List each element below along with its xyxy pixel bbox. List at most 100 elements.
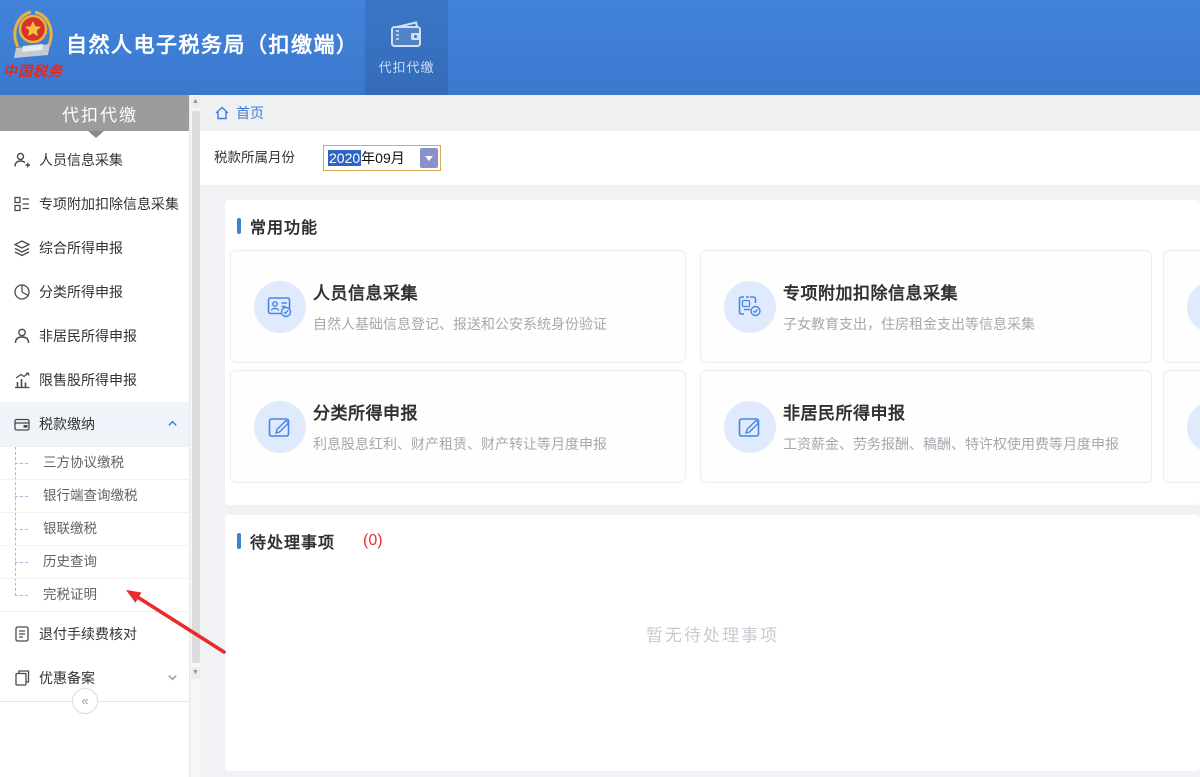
breadcrumb[interactable]: 首页 [200,95,1200,131]
month-dropdown-button[interactable] [420,148,438,168]
sidebar-scrollbar[interactable]: ▲ ▼ [189,95,200,777]
card-title: 人员信息采集 [313,279,675,304]
files-icon [13,669,31,687]
sidebar-item-label: 非居民所得申报 [39,326,137,346]
sidebar-item-label: 人员信息采集 [39,150,123,170]
card-personnel-info[interactable]: 人员信息采集 自然人基础信息登记、报送和公安系统身份验证 [230,250,686,363]
national-emblem-icon [3,6,63,60]
sidebar-item-nonresident-income[interactable]: 非居民所得申报 [0,314,189,358]
month-selected-text: 2020 [328,150,361,166]
card-classified-income[interactable]: 分类所得申报 利息股息红利、财产租赁、财产转让等月度申报 [230,370,686,483]
scrollbar-thumb[interactable] [192,111,200,663]
card-icon-circle [1187,281,1200,333]
header-tab-label: 代扣代缴 [378,57,434,76]
card-special-deduction[interactable]: 专项附加扣除信息采集 子女教育支出，住房租金支出等信息采集 [700,250,1152,363]
submenu-item-label: 银行端查询缴税 [43,488,138,503]
card-title: 专项附加扣除信息采集 [783,279,1141,304]
doc-check-icon [736,293,764,321]
tax-bureau-logo: 中国税务 [2,6,64,81]
sidebar-item-label: 限售股所得申报 [39,370,137,390]
sidebar-item-comprehensive-income[interactable]: 综合所得申报 [0,226,189,270]
tax-app-window: { "header": { "logo_caption": "中国税务", "t… [0,0,1200,777]
app-header: 中国税务 自然人电子税务局（扣缴端） 代扣代缴 [0,0,1200,95]
app-title: 自然人电子税务局（扣缴端） [66,0,359,95]
edit-icon [736,413,764,441]
todo-count-badge: (0) [363,532,383,550]
breadcrumb-home-label: 首页 [236,103,264,123]
main-content: 首页 税款所属月份 2020 年09月 常用功能 [200,95,1200,777]
list-grid-icon [13,195,31,213]
common-functions-panel: 常用功能 人员信息采集 自然人基础信息登记、报送和公安系统身份验证 [225,200,1200,505]
month-rest-text: 年09月 [361,148,405,168]
card-text: 分类所得申报 利息股息红利、财产租赁、财产转让等月度申报 [313,399,675,454]
card-description: 利息股息红利、财产租赁、财产转让等月度申报 [313,434,675,454]
document-lines-icon [13,625,31,643]
user-plus-icon [13,151,31,169]
sidebar-item-special-deduction[interactable]: 专项附加扣除信息采集 [0,182,189,226]
section-bar [237,533,241,549]
common-functions-header: 常用功能 [237,214,318,238]
sidebar-item-label: 优惠备案 [39,668,95,688]
sidebar-notch [88,131,104,138]
sidebar: 代扣代缴 人员信息采集 专项附加扣除信息采集 综合所得 [0,95,200,777]
sidebar-item-refund-fee-check[interactable]: 退付手续费核对 [0,612,189,656]
sidebar-item-restricted-shares[interactable]: 限售股所得申报 [0,358,189,402]
todo-empty-message: 暂无待处理事项 [225,621,1200,646]
sidebar-item-classified-income[interactable]: 分类所得申报 [0,270,189,314]
collapse-chevrons-icon: « [81,693,88,708]
card-icon-circle [724,401,776,453]
todo-panel: 待处理事项 (0) 暂无待处理事项 [225,515,1200,771]
header-tab-withholding[interactable]: 代扣代缴 [365,0,448,95]
sidebar-item-label: 专项附加扣除信息采集 [39,194,179,214]
submenu-item-tax-certificate[interactable]: 完税证明 [0,579,189,612]
sidebar-collapse-button[interactable]: « [72,688,98,714]
user-icon [13,327,31,345]
home-icon [214,105,230,121]
sidebar-item-tax-payment[interactable]: 税款缴纳 [0,402,189,446]
card-description: 自然人基础信息登记、报送和公安系统身份验证 [313,314,675,334]
sidebar-menu: 人员信息采集 专项附加扣除信息采集 综合所得申报 分类所得申报 [0,138,189,700]
edit-icon [266,413,294,441]
card-partial-bottom[interactable] [1163,370,1200,483]
layers-icon [13,239,31,257]
tax-month-input[interactable]: 2020 年09月 [323,145,441,171]
card-description: 子女教育支出，住房租金支出等信息采集 [783,314,1141,334]
submenu-item-history-query[interactable]: 历史查询 [0,546,189,579]
tax-payment-submenu: 三方协议缴税 银行端查询缴税 银联缴税 历史查询 完税证明 [0,446,189,612]
sidebar-item-label: 综合所得申报 [39,238,123,258]
bar-chart-icon [13,371,31,389]
chevron-down-icon [167,672,178,683]
card-text: 专项附加扣除信息采集 子女教育支出，住房租金支出等信息采集 [783,279,1141,334]
card-text: 非居民所得申报 工资薪金、劳务报酬、稿酬、特许权使用费等月度申报 [783,399,1141,454]
card-partial-top[interactable] [1163,250,1200,363]
section-bar [237,218,241,234]
section-title: 待处理事项 [250,529,335,553]
sidebar-title: 代扣代缴 [0,95,200,131]
sidebar-item-personnel-info[interactable]: 人员信息采集 [0,138,189,182]
sidebar-item-label: 税款缴纳 [39,414,95,434]
scroll-up-button[interactable]: ▲ [191,96,200,108]
submenu-item-label: 完税证明 [43,587,97,602]
chevron-up-icon [167,418,178,429]
card-icon-circle [1187,401,1200,453]
card-icon-circle [254,281,306,333]
wallet-icon [389,20,425,50]
card-description: 工资薪金、劳务报酬、稿酬、特许权使用费等月度申报 [783,434,1141,454]
card-icon-circle [254,401,306,453]
card-title: 非居民所得申报 [783,399,1141,424]
logo-caption: 中国税务 [2,61,64,81]
filter-row: 税款所属月份 2020 年09月 [200,131,1200,185]
submenu-item-label: 银联缴税 [43,521,97,536]
wallet-small-icon [13,415,31,433]
scroll-down-button[interactable]: ▼ [191,667,200,679]
submenu-item-tripartite-agreement[interactable]: 三方协议缴税 [0,447,189,480]
submenu-item-label: 历史查询 [43,554,97,569]
submenu-item-unionpay[interactable]: 银联缴税 [0,513,189,546]
card-text: 人员信息采集 自然人基础信息登记、报送和公安系统身份验证 [313,279,675,334]
tax-month-label: 税款所属月份 [214,131,295,185]
todo-header: 待处理事项 (0) [237,529,383,553]
card-icon-circle [724,281,776,333]
sidebar-item-label: 退付手续费核对 [39,624,137,644]
card-nonresident-income[interactable]: 非居民所得申报 工资薪金、劳务报酬、稿酬、特许权使用费等月度申报 [700,370,1152,483]
submenu-item-bank-inquiry[interactable]: 银行端查询缴税 [0,480,189,513]
